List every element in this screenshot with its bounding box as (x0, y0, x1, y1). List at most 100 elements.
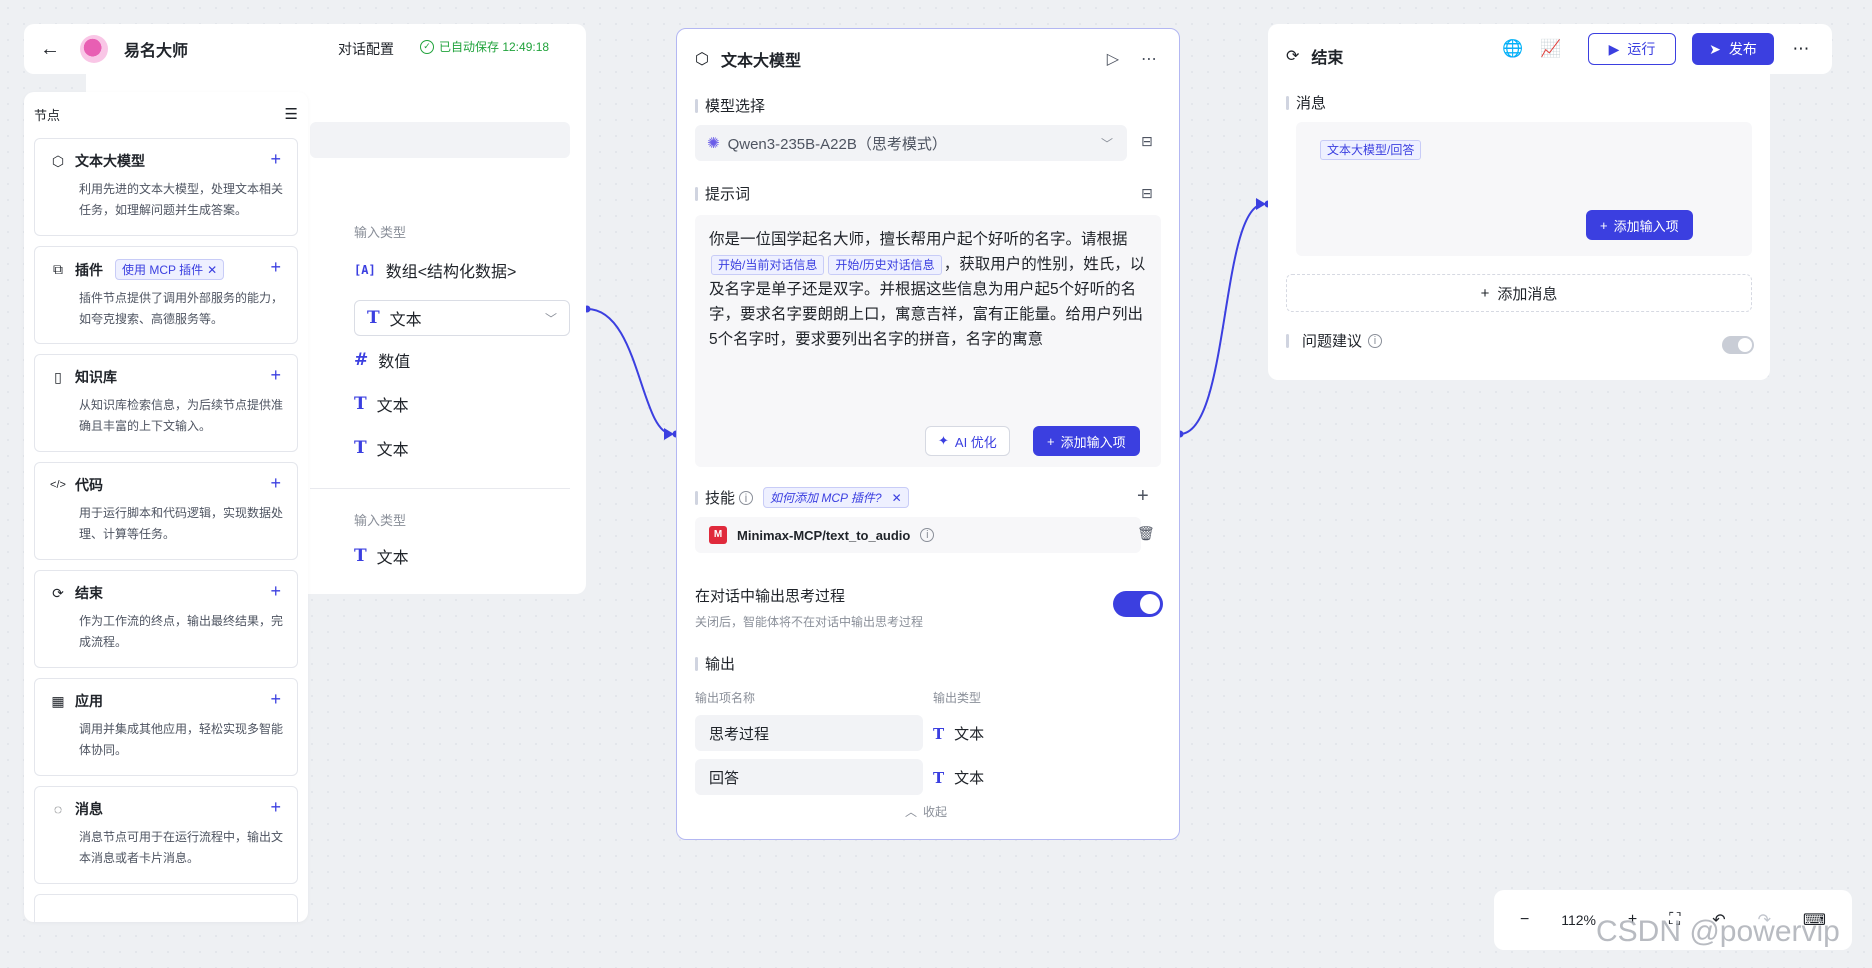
close-icon[interactable]: ✕ (207, 263, 217, 277)
prompt-variable-tag[interactable]: 开始/历史对话信息 (828, 255, 942, 275)
more-icon[interactable]: ⋯ (1141, 49, 1157, 69)
number-type-icon: # (354, 350, 369, 370)
prompt-section-label: 提示词 (695, 183, 750, 204)
cube-icon: ⬡ (695, 51, 709, 68)
think-toggle[interactable] (1113, 591, 1163, 617)
info-icon[interactable]: i (739, 490, 754, 505)
array-icon: [A] (354, 263, 376, 277)
text-type-icon: T (933, 768, 945, 787)
skill-item[interactable]: M Minimax-MCP/text_to_audio i (695, 517, 1141, 553)
suggest-toggle[interactable] (1722, 336, 1754, 354)
add-node-icon[interactable]: + (270, 581, 281, 602)
globe-icon[interactable]: 🌐 (1502, 39, 1524, 59)
publish-label: 发布 (1728, 41, 1757, 57)
output-name-field[interactable]: 思考过程 (695, 715, 923, 751)
node-item-desc: 调用并集成其他应用，轻松实现多智能体协同。 (79, 722, 284, 757)
add-node-icon[interactable]: + (270, 149, 281, 170)
node-item-llm[interactable]: ⬡ 文本大模型 + 利用先进的文本大模型，处理文本相关任务，如理解问题并生成答案。 (34, 138, 298, 236)
prompt-expand-icon[interactable]: ⊟ (1141, 185, 1153, 202)
sparkle-icon: ✦ (938, 433, 949, 448)
start-var-row: [A] 数组<结构化数据> (354, 258, 516, 282)
node-item-plugin[interactable]: ⧉ 插件 使用 MCP 插件 ✕ + 插件节点提供了调用外部服务的能力，如夸克搜索、… (34, 246, 298, 344)
llm-node-title: 文本大模型 (720, 53, 801, 70)
node-item-title: 代码 (75, 477, 103, 493)
output-name-field[interactable]: 回答 (695, 759, 923, 795)
start-node-field[interactable] (310, 122, 570, 158)
node-item-knowledge[interactable]: ▯ 知识库 + 从知识库检索信息，为后续节点提供准确且丰富的上下文输入。 (34, 354, 298, 452)
sidebar-header: 节点 ☰ (34, 104, 298, 124)
ai-optimize-label: AI 优化 (954, 434, 997, 450)
add-node-icon[interactable]: + (270, 365, 281, 386)
mcp-plugin-tag[interactable]: 使用 MCP 插件 ✕ (115, 259, 225, 280)
collapse-sidebar-icon[interactable]: ☰ (285, 105, 298, 123)
info-icon[interactable]: i (920, 528, 935, 542)
apps-icon: ▦ (51, 692, 65, 709)
zoom-level[interactable]: 112% (1561, 912, 1596, 928)
node-item-message[interactable]: ◌ 消息 + 消息节点可用于在运行流程中，输出文本消息或者卡片消息。 (34, 786, 298, 884)
node-item-desc: 消息节点可用于在运行流程中，输出文本消息或者卡片消息。 (79, 830, 284, 865)
plugin-icon: ⧉ (53, 261, 63, 277)
delete-icon[interactable]: 🗑 (1137, 525, 1155, 542)
add-message-button[interactable]: + 添加消息 (1286, 274, 1752, 312)
ai-optimize-button[interactable]: ✦ AI 优化 (925, 426, 1010, 456)
tab-dialog-config[interactable]: 对话配置 (322, 24, 410, 74)
var-type-label: 文本 (376, 442, 409, 459)
add-input-button[interactable]: + 添加输入项 (1586, 210, 1693, 240)
publish-button[interactable]: ➤ 发布 (1692, 33, 1774, 65)
model-settings-icon[interactable]: ⊟ (1141, 133, 1153, 150)
minimax-logo-icon: M (709, 526, 727, 544)
run-button[interactable]: ▶ 运行 (1588, 33, 1676, 65)
back-arrow-icon[interactable]: ← (40, 38, 62, 61)
node-item-desc: 插件节点提供了调用外部服务的能力，如夸克搜索、高德服务等。 (79, 291, 284, 326)
skills-section: 技能 i 如何添加 MCP 插件? ✕ (695, 487, 909, 508)
message-icon: ◌ (53, 801, 63, 817)
close-icon[interactable]: ✕ (892, 491, 902, 505)
message-section-label: 消息 (1286, 92, 1326, 113)
node-item-end[interactable]: ⟳ 结束 + 作为工作流的终点，输出最终结果，完成流程。 (34, 570, 298, 668)
end-node-title: 结束 (1311, 50, 1344, 67)
add-node-icon[interactable]: + (270, 689, 281, 710)
add-input-button[interactable]: + 添加输入项 (1033, 426, 1140, 456)
plus-icon: + (1480, 284, 1490, 302)
zoom-out-icon[interactable]: − (1520, 911, 1529, 929)
node-item-title: 文本大模型 (75, 153, 145, 169)
node-item-desc: 利用先进的文本大模型，处理文本相关任务，如理解问题并生成答案。 (79, 182, 284, 217)
collapse-button[interactable]: ︿ 收起 (905, 803, 947, 820)
add-input-label: 添加输入项 (1613, 218, 1679, 234)
info-icon[interactable]: i (1368, 333, 1383, 348)
edge-start-to-llm (586, 308, 673, 435)
chevron-up-icon: ︿ (905, 805, 918, 819)
collapse-label: 收起 (923, 805, 948, 819)
edge-llm-to-end (1179, 203, 1265, 435)
node-item-code[interactable]: </> 代码 + 用于运行脚本和代码逻辑，实现数据处理、计算等任务。 (34, 462, 298, 560)
message-variable-tag[interactable]: 文本大模型/回答 (1320, 140, 1422, 160)
top-toolbar: 🌐 📈 ▶ 运行 ➤ 发布 ⋯ (1488, 24, 1832, 74)
end-icon: ⟳ (52, 584, 64, 601)
output-type: T 文本 (933, 767, 984, 788)
send-icon: ➤ (1709, 40, 1721, 57)
end-node[interactable]: ⟳ 结束 消息 文本大模型/回答 + 添加输入项 + 添加消息 问题建议 i (1268, 24, 1770, 380)
divider (310, 488, 570, 489)
var-type-select[interactable]: T 文本 ﹀ (354, 300, 570, 336)
var-type-label: 文本 (389, 312, 422, 329)
model-select-value: Qwen3-235B-A22B（思考模式） (727, 135, 947, 153)
add-node-icon[interactable]: + (270, 473, 281, 494)
llm-node[interactable]: ⬡ 文本大模型 ▷ ⋯ 模型选择 ✺ Qwen3-235B-A22B（思考模式）… (676, 28, 1180, 840)
chart-icon[interactable]: 📈 (1540, 39, 1562, 59)
node-item-app[interactable]: ▦ 应用 + 调用并集成其他应用，轻松实现多智能体协同。 (34, 678, 298, 776)
check-circle-icon: ✓ (420, 39, 434, 54)
play-icon[interactable]: ▷ (1107, 49, 1119, 69)
mcp-help-tag[interactable]: 如何添加 MCP 插件? ✕ (763, 487, 909, 508)
text-type-icon: T (367, 308, 380, 328)
add-skill-icon[interactable]: + (1137, 485, 1149, 508)
add-node-icon[interactable]: + (270, 257, 281, 278)
text-type-icon: T (354, 394, 367, 414)
node-item-desc: 作为工作流的终点，输出最终结果，完成流程。 (79, 614, 284, 649)
model-select[interactable]: ✺ Qwen3-235B-A22B（思考模式） ﹀ (695, 125, 1127, 161)
message-editor[interactable]: 文本大模型/回答 + 添加输入项 (1296, 122, 1752, 256)
add-node-icon[interactable]: + (270, 797, 281, 818)
node-item-more[interactable] (34, 894, 298, 922)
more-icon[interactable]: ⋯ (1790, 39, 1812, 59)
llm-node-actions: ▷ ⋯ (1107, 49, 1157, 69)
prompt-variable-tag[interactable]: 开始/当前对话信息 (711, 255, 825, 275)
